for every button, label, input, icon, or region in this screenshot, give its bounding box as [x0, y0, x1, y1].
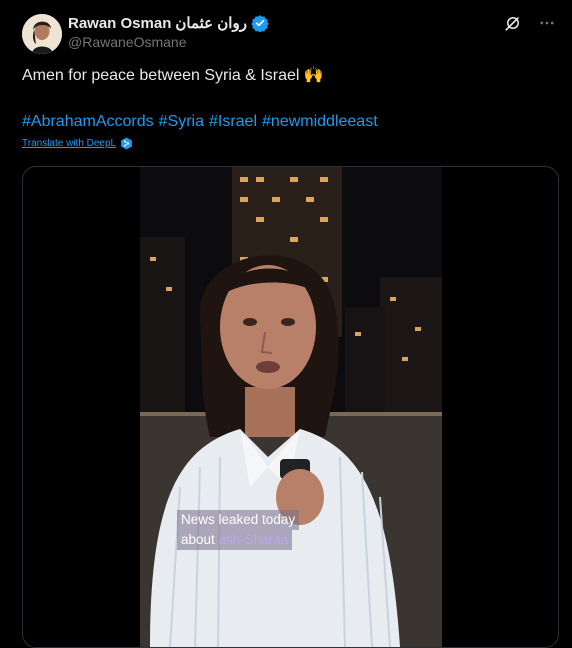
hashtag-newmiddleeast[interactable]: #newmiddleeast: [262, 111, 378, 133]
tweet-text: Amen for peace between Syria & Israel 🙌: [22, 67, 324, 84]
caption-line-1: News leaked today: [177, 510, 300, 530]
caption-highlight: ash-Sharaa: [218, 532, 289, 547]
hashtag-abrahamaccords[interactable]: #AbrahamAccords: [22, 111, 154, 133]
author-display-name-arabic[interactable]: روان عثمان: [175, 14, 247, 32]
grok-icon[interactable]: [502, 12, 524, 34]
deepl-icon[interactable]: [120, 137, 133, 150]
verified-badge-icon: [251, 14, 269, 33]
tweet: Rawan Osman روان عثمان @RawaneOsmane Ame…: [0, 0, 572, 648]
caption-line-2: about ash-Sharaa: [177, 530, 293, 550]
media-card[interactable]: News leaked today about ash-Sharaa: [22, 166, 559, 648]
author-name-row: Rawan Osman روان عثمان: [68, 13, 269, 33]
hashtag-list: #AbrahamAccords #Syria #Israel #newmiddl…: [22, 111, 378, 133]
tweet-header-actions: [502, 12, 558, 34]
caption-prefix: about: [181, 532, 219, 547]
hashtag-syria[interactable]: #Syria: [159, 111, 204, 133]
video-caption: News leaked today about ash-Sharaa: [177, 510, 300, 550]
more-icon[interactable]: [536, 12, 558, 34]
translate-row: Translate with DeepL: [22, 137, 133, 150]
translate-with-deepl-link[interactable]: Translate with DeepL: [22, 138, 116, 149]
avatar[interactable]: [22, 14, 62, 54]
author-display-name[interactable]: Rawan Osman: [68, 15, 171, 32]
author-handle[interactable]: @RawaneOsmane: [68, 34, 187, 50]
video-player[interactable]: [140, 167, 442, 647]
hashtag-israel[interactable]: #Israel: [209, 111, 257, 133]
